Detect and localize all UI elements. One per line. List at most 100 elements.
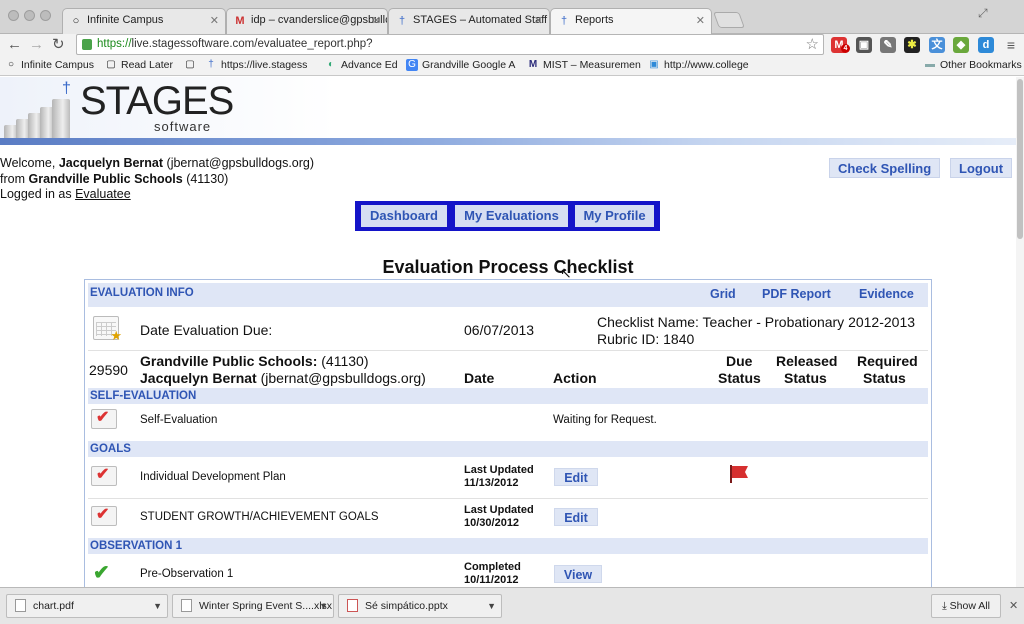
close-icon[interactable]: ✕ bbox=[1009, 599, 1018, 612]
bookmark-mist[interactable]: M MIST – Measuremen bbox=[527, 59, 641, 71]
page-scrollbar[interactable] bbox=[1016, 77, 1024, 587]
district-label: Grandville Public Schools: bbox=[140, 353, 318, 369]
screenshot-extension-icon[interactable]: ▣ bbox=[856, 37, 872, 53]
gmail-icon: M bbox=[235, 15, 245, 27]
row-student-growth: STUDENT GROWTH/ACHIEVEMENT GOALS bbox=[140, 511, 379, 523]
close-icon[interactable]: ✕ bbox=[210, 14, 219, 27]
grid-link[interactable]: Grid bbox=[710, 287, 736, 301]
google-icon: G bbox=[406, 59, 418, 71]
bookmark-label: Advance Ed bbox=[341, 59, 398, 71]
fullscreen-icon[interactable]: ⤢ bbox=[978, 6, 988, 21]
bookmark-label: http://www.college bbox=[664, 59, 749, 71]
column-due-status: Status bbox=[718, 370, 761, 386]
scrollbar-thumb[interactable] bbox=[1017, 79, 1023, 239]
dashboard-button[interactable]: Dashboard bbox=[361, 205, 447, 227]
tab-title: Reports bbox=[575, 14, 614, 26]
evaluatee-email: (jbernat@gpsbulldogs.org) bbox=[260, 370, 426, 386]
divider bbox=[88, 350, 928, 351]
download-item[interactable]: chart.pdf ▼ bbox=[6, 594, 168, 618]
green-extension-icon[interactable]: ◆ bbox=[953, 37, 969, 53]
reload-icon[interactable]: ↻ bbox=[52, 35, 65, 55]
stages-icon: † bbox=[208, 59, 214, 70]
evaluation-id: 29590 bbox=[89, 362, 128, 378]
section-goals: GOALS bbox=[88, 441, 928, 457]
show-all-downloads-button[interactable]: ⤓ Show All bbox=[931, 594, 1001, 618]
preobs-date-label: Completed bbox=[464, 561, 521, 573]
edit-idp-button[interactable]: Edit bbox=[554, 468, 598, 486]
address-bar[interactable]: https://live.stagessoftware.com/evaluate… bbox=[76, 34, 824, 55]
check-spelling-button[interactable]: Check Spelling bbox=[829, 158, 941, 178]
close-icon[interactable]: ✕ bbox=[372, 14, 381, 27]
gmail-badge: 4 bbox=[841, 44, 850, 53]
bookmark-stages[interactable]: † https://live.stagess bbox=[205, 59, 307, 71]
new-tab-button[interactable] bbox=[713, 12, 745, 28]
row-self-evaluation: Self-Evaluation bbox=[140, 414, 218, 426]
bookmark-college[interactable]: ▣ http://www.college bbox=[648, 59, 749, 71]
browser-tab-strip: ○ Infinite Campus ✕ M idp – cvanderslice… bbox=[0, 0, 1024, 34]
d-extension-icon[interactable]: d bbox=[978, 37, 994, 53]
date-due-value: 06/07/2013 bbox=[464, 322, 535, 338]
download-name: chart.pdf bbox=[33, 600, 74, 612]
logged-prefix: Logged in as bbox=[0, 187, 76, 201]
star-extension-icon[interactable]: ✱ bbox=[904, 37, 920, 53]
chevron-down-icon[interactable]: ▼ bbox=[319, 595, 328, 617]
column-date: Date bbox=[464, 370, 495, 386]
chevron-down-icon[interactable]: ▼ bbox=[487, 595, 496, 617]
download-name: Winter Spring Event S....xlsx bbox=[199, 600, 333, 612]
column-due: Due bbox=[726, 353, 753, 369]
my-profile-button[interactable]: My Profile bbox=[575, 205, 654, 227]
translate-extension-icon[interactable]: 文 bbox=[929, 37, 945, 53]
minimize-window-button[interactable] bbox=[24, 10, 35, 21]
download-item[interactable]: Sé simpático.pptx ▼ bbox=[338, 594, 502, 618]
zoom-window-button[interactable] bbox=[40, 10, 51, 21]
column-released-status: Status bbox=[784, 370, 827, 386]
tab-gmail[interactable]: M idp – cvanderslice@gpsbullc ✕ bbox=[226, 8, 388, 34]
logo-text: STAGES bbox=[80, 79, 234, 123]
bookmark-label: Infinite Campus bbox=[21, 59, 94, 71]
close-icon[interactable]: ✕ bbox=[534, 14, 543, 27]
bookmark-label: Other Bookmarks bbox=[940, 59, 1022, 71]
site-header: † STAGES software bbox=[0, 77, 480, 145]
pdf-report-link[interactable]: PDF Report bbox=[762, 287, 831, 301]
my-evaluations-button[interactable]: My Evaluations bbox=[455, 205, 568, 227]
evaluatee-name: Jacquelyn Bernat bbox=[140, 370, 257, 386]
bookmark-read-later[interactable]: ▢ Read Later bbox=[105, 59, 173, 71]
tab-infinite-campus[interactable]: ○ Infinite Campus ✕ bbox=[62, 8, 226, 34]
bookmark-star-icon[interactable]: ☆ bbox=[806, 35, 819, 54]
tab-stages[interactable]: † STAGES – Automated Staff E ✕ bbox=[388, 8, 550, 34]
chevron-down-icon[interactable]: ▼ bbox=[153, 595, 162, 617]
bookmarks-bar: ○ Infinite Campus ▢ Read Later ▢ † https://… bbox=[0, 56, 1024, 76]
forward-arrow-icon[interactable]: → bbox=[29, 35, 44, 55]
file-icon bbox=[181, 599, 192, 612]
page-icon: ▢ bbox=[185, 59, 195, 70]
bookmark-grandville-google[interactable]: G Grandville Google A bbox=[406, 59, 515, 71]
other-bookmarks[interactable]: ▬ Other Bookmarks bbox=[924, 59, 1022, 71]
tab-title: STAGES – Automated Staff E bbox=[413, 14, 550, 26]
welcome-prefix: Welcome, bbox=[0, 156, 59, 170]
evidence-link[interactable]: Evidence bbox=[859, 287, 914, 301]
idp-date-label: Last Updated bbox=[464, 464, 534, 476]
back-arrow-icon[interactable]: ← bbox=[7, 35, 22, 55]
close-window-button[interactable] bbox=[8, 10, 19, 21]
role-link[interactable]: Evaluatee bbox=[75, 187, 131, 201]
view-preobs-button[interactable]: View bbox=[554, 565, 602, 583]
tab-reports[interactable]: † Reports ✕ bbox=[550, 8, 712, 34]
section-self-evaluation: SELF-EVALUATION bbox=[88, 388, 928, 404]
file-icon bbox=[15, 599, 26, 612]
menu-icon[interactable]: ≡ bbox=[1003, 37, 1019, 53]
checkbox-checked-icon: ✔ bbox=[91, 409, 117, 429]
file-icon bbox=[347, 599, 358, 612]
growth-date: 10/30/2012 bbox=[464, 517, 520, 529]
date-due-label: Date Evaluation Due: bbox=[140, 322, 273, 338]
bookmark-advance-ed[interactable]: ◐ Advance Ed bbox=[325, 59, 398, 71]
globe-icon: ◐ bbox=[327, 59, 335, 70]
logout-button[interactable]: Logout bbox=[950, 158, 1013, 178]
download-item[interactable]: Winter Spring Event S....xlsx ▼ bbox=[172, 594, 334, 618]
page-title: Evaluation Process Checklist bbox=[382, 257, 634, 277]
edit-growth-button[interactable]: Edit bbox=[554, 508, 598, 526]
divider bbox=[88, 498, 928, 499]
close-icon[interactable]: ✕ bbox=[696, 14, 705, 27]
tool-extension-icon[interactable]: ✎ bbox=[880, 37, 896, 53]
row-pre-observation: Pre-Observation 1 bbox=[140, 568, 234, 580]
bookmark-infinite-campus[interactable]: ○ Infinite Campus bbox=[5, 59, 94, 71]
